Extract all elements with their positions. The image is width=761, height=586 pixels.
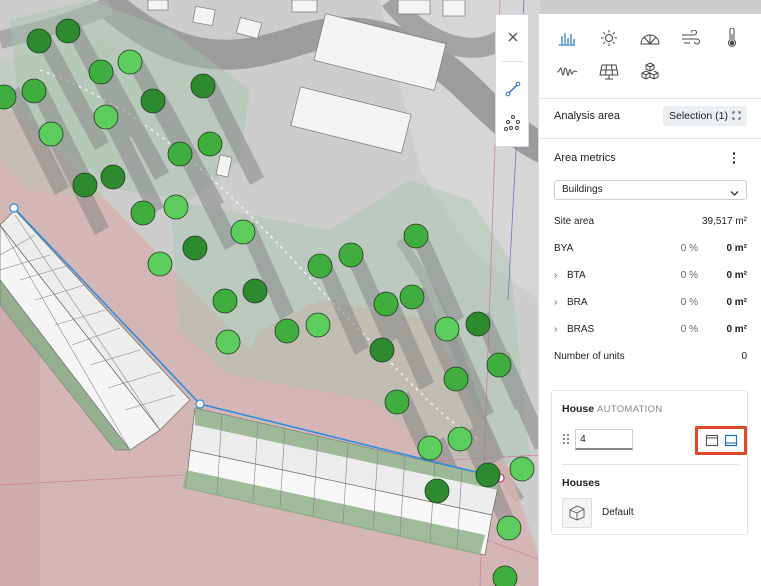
metric-value: 0 — [741, 351, 747, 362]
metric-percent: 0 % — [680, 270, 698, 281]
scatter-points-icon[interactable] — [496, 107, 530, 139]
metric-value: 0 m² — [726, 243, 747, 254]
single-row-layout-icon[interactable] — [705, 434, 719, 447]
existing-building — [291, 0, 318, 13]
metric-row-site-area: Site area 39,517 m² — [554, 214, 747, 232]
polyline-vertex[interactable] — [195, 399, 205, 409]
metric-row-units: Number of units 0 — [554, 349, 747, 367]
default-house-label: Default — [602, 507, 634, 518]
existing-building — [442, 0, 466, 17]
automation-label: AUTOMATION — [597, 404, 663, 415]
analysis-tool-grid — [539, 14, 761, 98]
metric-value: 39,517 m² — [701, 216, 747, 227]
chevron-right-icon[interactable]: › — [554, 270, 557, 281]
chevron-down-icon — [730, 186, 739, 204]
metric-value: 0 m² — [726, 324, 747, 335]
metric-value: 0 m² — [726, 297, 747, 308]
double-row-layout-icon[interactable] — [724, 434, 738, 447]
metric-percent: 0 % — [680, 243, 698, 254]
bar-chart-icon[interactable] — [552, 25, 582, 51]
expand-icon — [732, 111, 741, 123]
metric-name: BYA — [554, 243, 574, 254]
house-automation-card: House AUTOMATION Houses Default — [551, 390, 748, 535]
metric-percent: 0 % — [680, 297, 698, 308]
metric-row-bta[interactable]: › BTA 0 % 0 m² — [554, 268, 747, 286]
noise-wave-icon[interactable] — [552, 59, 582, 85]
toolbar-divider — [502, 61, 524, 62]
selection-button[interactable]: Selection (1) — [663, 106, 747, 126]
thermometer-icon[interactable] — [717, 25, 747, 51]
chevron-right-icon[interactable]: › — [554, 297, 557, 308]
metric-row-bya: BYA 0 % 0 m² — [554, 241, 747, 259]
metric-name: BRAS — [567, 324, 595, 335]
selection-label: Selection (1) — [669, 110, 728, 122]
metric-name: BTA — [567, 270, 586, 281]
houses-label: Houses — [562, 477, 600, 489]
house-title: House — [562, 403, 595, 415]
area-metrics-label: Area metrics — [554, 152, 616, 164]
highlight-box — [695, 426, 747, 455]
metric-row-bra[interactable]: › BRA 0 % 0 m² — [554, 295, 747, 313]
metric-row-bras[interactable]: › BRAS 0 % 0 m² — [554, 322, 747, 340]
daylight-dome-icon[interactable] — [635, 25, 665, 51]
chevron-right-icon[interactable]: › — [554, 324, 557, 335]
polyline-vertex[interactable] — [9, 203, 19, 213]
volume-cubes-icon[interactable] — [635, 59, 665, 85]
metric-percent: 0 % — [680, 324, 698, 335]
wind-icon[interactable] — [676, 25, 706, 51]
close-icon[interactable] — [496, 21, 530, 53]
existing-building — [397, 0, 431, 15]
analysis-panel: Analysis area Selection (1) Area metrics… — [538, 14, 761, 586]
house-type-thumbnail[interactable] — [562, 498, 592, 528]
metric-name: BRA — [567, 297, 588, 308]
house-count-input[interactable] — [575, 429, 633, 450]
dropdown-value: Buildings — [562, 184, 603, 195]
more-options-icon[interactable] — [727, 150, 741, 166]
divider — [539, 98, 761, 99]
existing-building — [147, 0, 169, 11]
analysis-area-label: Analysis area — [554, 110, 621, 122]
drawing-toolbar — [495, 14, 529, 147]
polyline-icon[interactable] — [496, 73, 530, 105]
drag-handle-icon[interactable] — [562, 433, 570, 448]
metric-name: Site area — [554, 216, 595, 227]
existing-building — [192, 5, 216, 27]
metrics-type-dropdown[interactable]: Buildings — [554, 180, 747, 200]
metric-value: 0 m² — [726, 270, 747, 281]
card-title: House AUTOMATION — [562, 403, 662, 415]
divider — [539, 138, 761, 139]
divider — [562, 464, 739, 465]
sun-icon[interactable] — [594, 25, 624, 51]
solar-panel-icon[interactable] — [594, 59, 624, 85]
metric-name: Number of units — [554, 351, 625, 362]
